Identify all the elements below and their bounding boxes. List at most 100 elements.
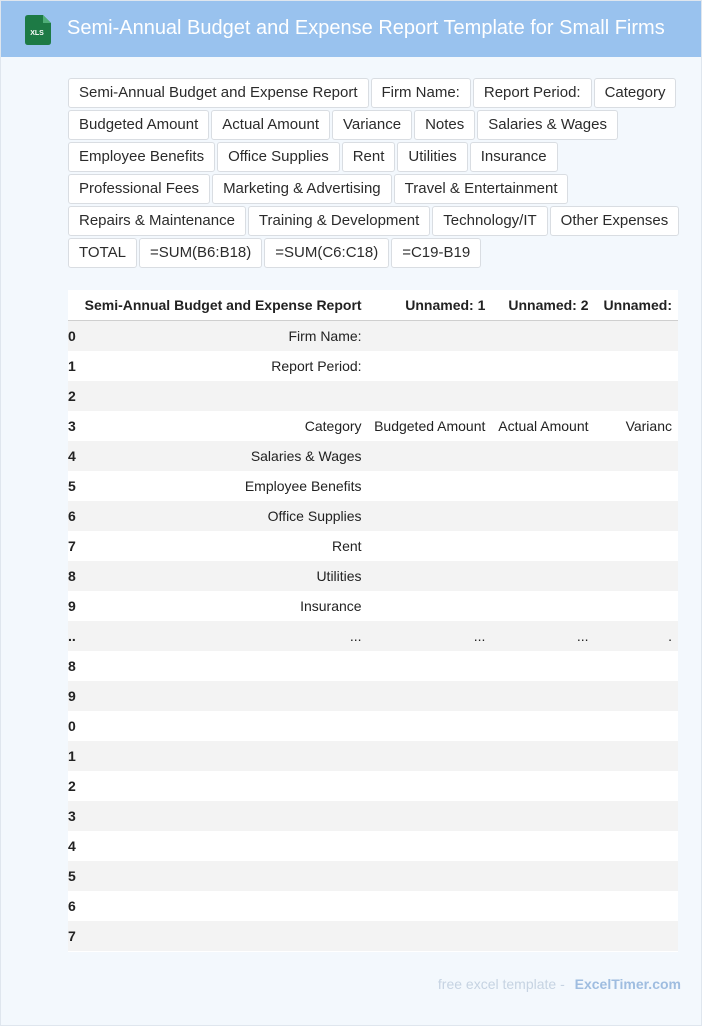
- tag-chip[interactable]: =C19-B19: [391, 238, 482, 268]
- tag-chip[interactable]: Marketing & Advertising: [212, 174, 392, 204]
- table-cell: [491, 831, 595, 861]
- footer-brand-link[interactable]: ExcelTimer.com: [575, 976, 681, 992]
- table-cell: [367, 651, 492, 681]
- tag-chip[interactable]: Rent: [341, 142, 396, 172]
- tag-chip[interactable]: Actual Amount: [211, 110, 330, 140]
- table-cell: [594, 801, 678, 831]
- table-row: 7 Rent: [68, 531, 678, 561]
- table-cell: [491, 591, 595, 621]
- row-index: 1: [68, 351, 76, 381]
- tag-chip[interactable]: Variance: [332, 110, 413, 140]
- table-cell: ...: [491, 621, 595, 651]
- table-row: 5: [68, 861, 678, 891]
- tag-chip[interactable]: Firm Name:: [370, 78, 471, 108]
- table-cell: Rent: [75, 531, 368, 561]
- row-index: 9: [68, 681, 76, 711]
- table-cell: [367, 531, 492, 561]
- row-index: 7: [68, 921, 76, 951]
- table-cell: Office Supplies: [75, 501, 368, 531]
- tag-chip[interactable]: Notes: [414, 110, 476, 140]
- table-cell: [367, 351, 492, 381]
- table-row: 2: [68, 381, 678, 411]
- tag-chip[interactable]: Semi-Annual Budget and Expense Report: [68, 78, 369, 108]
- row-index: 3: [68, 801, 76, 831]
- table-row: 9: [68, 681, 678, 711]
- row-index: 0: [68, 320, 76, 351]
- table-cell: [367, 711, 492, 741]
- table-row: 0: [68, 711, 678, 741]
- table-cell: [367, 501, 492, 531]
- tag-chip[interactable]: Employee Benefits: [68, 142, 216, 172]
- column-header: Semi-Annual Budget and Expense Report: [75, 290, 368, 321]
- table-row: 3: [68, 801, 678, 831]
- table-cell: ...: [75, 621, 368, 651]
- table-cell: [594, 501, 678, 531]
- table-cell: [594, 561, 678, 591]
- row-index: 3: [68, 411, 76, 441]
- row-index: 2: [68, 771, 76, 801]
- table-cell: [594, 591, 678, 621]
- row-index: 1: [68, 741, 76, 771]
- table-cell: [594, 921, 678, 951]
- table-cell: [491, 681, 595, 711]
- table-cell: [367, 891, 492, 921]
- tag-chip[interactable]: Other Expenses: [549, 206, 680, 236]
- table-cell: [367, 741, 492, 771]
- tag-chip[interactable]: Training & Development: [247, 206, 431, 236]
- table-cell: [491, 861, 595, 891]
- table-cell: [594, 471, 678, 501]
- table-cell: [491, 561, 595, 591]
- row-index: 7: [68, 531, 76, 561]
- header-bar: XLS Semi-Annual Budget and Expense Repor…: [1, 1, 701, 57]
- table-cell: [491, 891, 595, 921]
- table-cell: [75, 711, 368, 741]
- row-index: 2: [68, 381, 76, 411]
- tag-chip[interactable]: Budgeted Amount: [68, 110, 210, 140]
- table-row: 6 Office Supplies: [68, 501, 678, 531]
- spreadsheet-preview: Semi-Annual Budget and Expense Report Unn…: [68, 290, 678, 952]
- tag-chip[interactable]: Technology/IT: [432, 206, 548, 236]
- tag-chip[interactable]: Repairs & Maintenance: [68, 206, 246, 236]
- excel-file-icon: XLS: [25, 15, 51, 45]
- tag-chip[interactable]: Office Supplies: [217, 142, 340, 172]
- table-cell: [594, 861, 678, 891]
- footer-text: free excel template -: [437, 976, 565, 992]
- tag-chip[interactable]: Category: [593, 78, 677, 108]
- excel-icon-label: XLS: [30, 30, 44, 37]
- table-cell: [75, 921, 368, 951]
- table-cell: [367, 771, 492, 801]
- table-cell: [367, 441, 492, 471]
- tag-chip[interactable]: TOTAL: [68, 238, 137, 268]
- table-cell: [367, 381, 492, 411]
- tag-chip[interactable]: Salaries & Wages: [477, 110, 618, 140]
- table-cell: [491, 351, 595, 381]
- tag-chip[interactable]: =SUM(B6:B18): [138, 238, 263, 268]
- table-cell: .: [594, 621, 678, 651]
- table-cell: [594, 681, 678, 711]
- table-cell: [491, 501, 595, 531]
- table-cell: Salaries & Wages: [75, 441, 368, 471]
- table-cell: ...: [367, 621, 492, 651]
- table-cell: Employee Benefits: [75, 471, 368, 501]
- table-row: 8: [68, 651, 678, 681]
- table-cell: [75, 891, 368, 921]
- tag-chip[interactable]: Utilities: [397, 142, 468, 172]
- row-index: 6: [68, 891, 76, 921]
- table-cell: [367, 591, 492, 621]
- tag-chip[interactable]: Travel & Entertainment: [393, 174, 569, 204]
- column-header: Unnamed: 1: [367, 290, 492, 321]
- table-cell: [75, 831, 368, 861]
- tag-chip[interactable]: Report Period:: [472, 78, 592, 108]
- table-cell: [594, 651, 678, 681]
- tag-chip[interactable]: Insurance: [469, 142, 558, 172]
- table-cell: [491, 771, 595, 801]
- row-index: 8: [68, 561, 76, 591]
- table-cell: Insurance: [75, 591, 368, 621]
- tag-chip[interactable]: Professional Fees: [68, 174, 211, 204]
- tag-chip[interactable]: =SUM(C6:C18): [264, 238, 390, 268]
- table-cell: [594, 351, 678, 381]
- table-row: 6: [68, 891, 678, 921]
- table-row: 9 Insurance: [68, 591, 678, 621]
- row-index: 6: [68, 501, 76, 531]
- row-index: 8: [68, 651, 76, 681]
